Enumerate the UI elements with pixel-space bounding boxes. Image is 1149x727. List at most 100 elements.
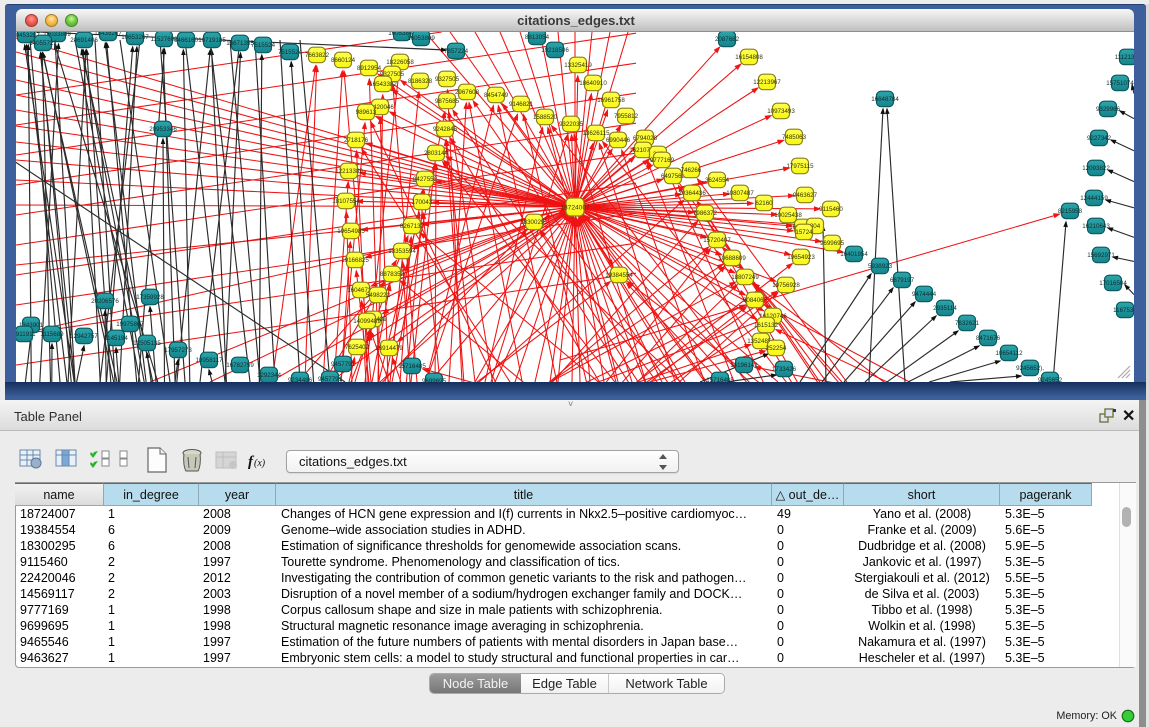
svg-text:17359928: 17359928 (136, 294, 164, 301)
svg-text:1167534: 1167534 (1113, 307, 1134, 314)
svg-text:19166825: 19166825 (341, 257, 369, 264)
svg-text:2803144: 2803144 (424, 150, 449, 157)
svg-text:8186328: 8186328 (408, 78, 433, 85)
svg-text:1292344: 1292344 (257, 372, 282, 379)
svg-text:7857224: 7857224 (444, 48, 469, 55)
svg-text:12213967: 12213967 (753, 79, 781, 86)
svg-text:15724: 15724 (795, 229, 813, 236)
svg-text:9327505: 9327505 (435, 76, 460, 83)
svg-text:9474444: 9474444 (912, 291, 937, 298)
svg-text:16401954: 16401954 (840, 251, 868, 258)
svg-text:9245652),: 9245652), (1016, 365, 1044, 372)
svg-text:8660124: 8660124 (331, 57, 356, 64)
svg-text:13626115: 13626115 (582, 130, 610, 137)
svg-text:15716485: 15716485 (398, 363, 426, 370)
svg-text:9463627: 9463627 (793, 192, 818, 199)
svg-text:62160: 62160 (755, 200, 773, 207)
svg-text:10958117: 10958117 (195, 357, 223, 364)
svg-text:1115689: 1115689 (40, 331, 64, 338)
svg-text:16154808: 16154808 (735, 54, 763, 61)
svg-text:14099489: 14099489 (353, 318, 381, 325)
svg-text:8454749: 8454749 (484, 92, 509, 99)
svg-text:1733426: 1733426 (772, 366, 797, 373)
svg-text:10653267: 10653267 (121, 34, 149, 41)
svg-text:20206576: 20206576 (91, 298, 119, 305)
svg-text:6879197: 6879197 (890, 277, 915, 284)
svg-text:18300295: 18300295 (520, 219, 548, 226)
svg-text:7632621: 7632621 (955, 320, 980, 327)
svg-text:19654985: 19654985 (337, 228, 365, 235)
svg-text:9115460: 9115460 (819, 206, 843, 213)
svg-text:7986372: 7986372 (693, 210, 718, 217)
svg-text:19218506: 19218506 (541, 47, 569, 54)
svg-text:2967608: 2967608 (455, 89, 480, 96)
svg-text:7515524: 7515524 (278, 49, 303, 56)
svg-text:16210643: 16210643 (1082, 223, 1110, 230)
svg-text:20953346: 20953346 (149, 126, 177, 133)
svg-text:252254: 252254 (766, 345, 787, 352)
svg-text:9234486: 9234486 (288, 377, 313, 382)
svg-text:19975867: 19975867 (116, 321, 144, 328)
svg-text:(x): (x) (254, 458, 266, 469)
svg-text:9457791: 9457791 (331, 361, 356, 368)
svg-text:8215958: 8215958 (1058, 208, 1083, 215)
svg-text:17975115: 17975115 (786, 163, 814, 170)
svg-text:18807249: 18807249 (731, 274, 759, 281)
svg-text:8878352: 8878352 (380, 271, 405, 278)
svg-text:7515524: 7515524 (251, 42, 276, 49)
svg-text:6497568: 6497568 (661, 173, 686, 180)
svg-text:3911911: 3911911 (16, 331, 36, 338)
svg-text:9245652: 9245652 (1038, 377, 1063, 382)
svg-text:3624554: 3624554 (705, 177, 730, 184)
svg-text:5938923: 5938923 (868, 263, 893, 270)
svg-text:16961758: 16961758 (597, 97, 625, 104)
svg-text:1588520: 1588520 (533, 114, 558, 121)
svg-text:9777169: 9777169 (650, 157, 675, 164)
svg-text:18435267: 18435267 (94, 32, 122, 37)
svg-text:9329966: 9329966 (1096, 106, 1121, 113)
svg-text:9875685: 9875685 (435, 98, 460, 105)
svg-text:7485063: 7485063 (782, 134, 807, 141)
svg-text:15692971: 15692971 (1087, 252, 1115, 259)
svg-text:10688609: 10688609 (718, 255, 746, 262)
svg-text:14055721: 14055721 (29, 40, 57, 47)
svg-text:18107554: 18107554 (332, 198, 360, 205)
svg-text:20691406: 20691406 (70, 37, 98, 44)
svg-text:11121314: 11121314 (1115, 54, 1134, 61)
svg-text:16053809: 16053809 (407, 35, 435, 42)
svg-text:9699695: 9699695 (820, 240, 845, 247)
svg-text:6794028: 6794028 (633, 135, 658, 142)
svg-text:13353594: 13353594 (388, 248, 416, 255)
svg-text:7955812: 7955812 (614, 113, 639, 120)
svg-text:2718176: 2718176 (344, 137, 369, 144)
svg-text:9084067: 9084067 (743, 297, 768, 304)
svg-text:12213389: 12213389 (335, 168, 363, 175)
svg-text:6990446: 6990446 (606, 137, 631, 144)
svg-text:19756928: 19756928 (772, 282, 800, 289)
svg-text:2935114: 2935114 (933, 305, 957, 312)
svg-text:9227342: 9227342 (1087, 135, 1112, 142)
svg-text:18640910: 18640910 (579, 80, 607, 87)
svg-text:9146821: 9146821 (509, 101, 534, 108)
svg-text:15751074: 15751074 (1106, 80, 1134, 87)
svg-text:12942757: 12942757 (70, 333, 98, 340)
svg-text:18226058: 18226058 (386, 59, 414, 66)
svg-text:10654112: 10654112 (995, 350, 1023, 357)
svg-text:8427552: 8427552 (413, 176, 438, 183)
svg-text:8267130: 8267130 (400, 223, 425, 230)
svg-text:17957273: 17957273 (164, 347, 192, 354)
svg-text:989613: 989613 (356, 109, 377, 116)
svg-text:20364436: 20364436 (678, 190, 706, 197)
svg-text:10719185: 10719185 (198, 37, 226, 44)
svg-text:8912954: 8912954 (357, 65, 382, 72)
svg-text:9457791: 9457791 (318, 376, 343, 382)
svg-text:16543382: 16543382 (369, 81, 397, 88)
svg-text:9242845: 9242845 (433, 126, 458, 133)
svg-text:10973493: 10973493 (767, 108, 795, 115)
svg-text:12505135: 12505135 (133, 340, 161, 347)
svg-text:10025438: 10025438 (774, 212, 802, 219)
svg-text:9699695: 9699695 (422, 378, 447, 382)
svg-text:5498222: 5498222 (366, 292, 391, 299)
svg-text:13325419: 13325419 (564, 62, 592, 69)
svg-text:10807487: 10807487 (726, 190, 754, 197)
